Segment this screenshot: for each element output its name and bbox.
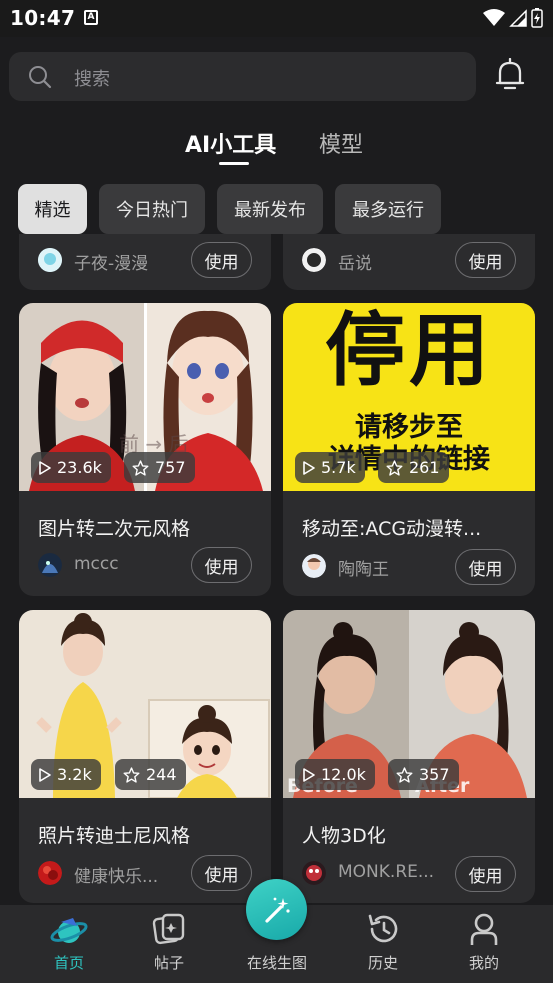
nav-label: 在线生图: [246, 954, 307, 972]
author-avatar: [38, 861, 62, 885]
generate-fab[interactable]: [246, 879, 307, 940]
search-icon: [29, 66, 52, 89]
star-count: 357: [388, 759, 459, 790]
filter-newest[interactable]: 最新发布: [217, 184, 323, 234]
battery-icon: [531, 8, 543, 28]
star-count-value: 357: [419, 765, 450, 784]
tool-feed[interactable]: 子夜-漫漫 使用 岳说 使用 前 → 后 23.6k 757 图片转二次元风格 …: [0, 234, 553, 905]
nav-home[interactable]: 首页: [34, 905, 104, 983]
nav-label: 帖子: [153, 954, 184, 972]
tab-ai-tools[interactable]: AI小工具: [185, 127, 276, 159]
author-name: 健康快乐...: [74, 867, 159, 887]
star-count-value: 757: [155, 458, 186, 477]
search-input[interactable]: 搜索: [9, 52, 476, 101]
play-icon: [39, 767, 51, 782]
tool-card[interactable]: 3.2k 244 照片转迪士尼风格 健康快乐... 使用: [19, 610, 271, 903]
author-name: mccc: [74, 554, 119, 574]
wifi-icon: [483, 9, 505, 26]
tool-card[interactable]: 前 → 后 23.6k 757 图片转二次元风格 mccc 使用: [19, 303, 271, 596]
run-count: 12.0k: [295, 759, 375, 790]
run-count-value: 12.0k: [321, 765, 366, 784]
run-count-value: 5.7k: [321, 458, 356, 477]
run-count: 5.7k: [295, 452, 365, 483]
nav-label: 首页: [53, 954, 84, 972]
tab-models[interactable]: 模型: [319, 127, 363, 159]
card-title: 图片转二次元风格: [38, 518, 191, 540]
play-icon: [303, 767, 315, 782]
nav-me[interactable]: 我的: [449, 905, 519, 983]
filter-featured[interactable]: 精选: [18, 184, 87, 234]
run-count-value: 23.6k: [57, 458, 102, 477]
use-button[interactable]: 使用: [191, 242, 252, 278]
nav-posts[interactable]: 帖子: [134, 905, 204, 983]
star-count: 244: [115, 759, 186, 790]
use-button[interactable]: 使用: [191, 547, 252, 583]
filter-today-hot[interactable]: 今日热门: [99, 184, 205, 234]
user-icon: [470, 913, 498, 945]
card-title: 移动至:ACG动漫转...: [302, 518, 482, 540]
history-icon: [368, 914, 398, 943]
card-title: 人物3D化: [302, 825, 386, 847]
author-avatar: [302, 554, 326, 578]
star-count-value: 244: [146, 765, 177, 784]
star-count: 261: [378, 452, 449, 483]
play-icon: [39, 460, 51, 475]
notification-a-icon: A: [84, 10, 98, 25]
bell-icon[interactable]: [494, 58, 526, 92]
tool-card[interactable]: Before After 12.0k 357 人物3D化 MONK.RE... …: [283, 610, 535, 903]
cell-signal-icon: [509, 9, 527, 27]
author-name: MONK.RE...: [338, 862, 435, 882]
author-name: 子夜-漫漫: [74, 254, 149, 274]
posts-icon: [152, 913, 185, 945]
use-button[interactable]: 使用: [455, 549, 516, 585]
nav-label: 历史: [367, 954, 398, 972]
star-count-value: 261: [409, 458, 440, 477]
star-icon: [396, 766, 413, 783]
tool-card[interactable]: 停用 请移步至 详情中的链接 5.7k 261 移动至:ACG动漫转... 陶陶…: [283, 303, 535, 596]
run-count: 3.2k: [31, 759, 101, 790]
tab-indicator: [219, 162, 249, 165]
search-placeholder: 搜索: [74, 69, 110, 90]
use-button[interactable]: 使用: [191, 855, 252, 891]
banner-big-text: 停用: [325, 304, 493, 397]
use-button[interactable]: 使用: [455, 242, 516, 278]
filter-most-run[interactable]: 最多运行: [335, 184, 441, 234]
nav-history[interactable]: 历史: [348, 905, 418, 983]
status-bar: 10:47 A: [0, 0, 553, 37]
tool-card[interactable]: 岳说 使用: [283, 234, 535, 290]
author-avatar: [38, 248, 62, 272]
star-count: 757: [124, 452, 195, 483]
nav-label: 我的: [468, 954, 499, 972]
star-icon: [123, 766, 140, 783]
magic-wand-icon: [264, 897, 290, 923]
author-name: 陶陶王: [338, 560, 389, 580]
author-avatar: [302, 248, 326, 272]
author-avatar: [302, 861, 326, 885]
star-icon: [386, 459, 403, 476]
home-planet-icon: [50, 918, 88, 943]
card-title: 照片转迪士尼风格: [38, 825, 191, 847]
play-icon: [303, 460, 315, 475]
status-time: 10:47: [10, 6, 76, 30]
tool-card[interactable]: 子夜-漫漫 使用: [19, 234, 271, 290]
author-avatar: [38, 553, 62, 577]
use-button[interactable]: 使用: [455, 856, 516, 892]
author-name: 岳说: [338, 254, 372, 274]
star-icon: [132, 459, 149, 476]
run-count-value: 3.2k: [57, 765, 92, 784]
run-count: 23.6k: [31, 452, 111, 483]
status-icons: [483, 8, 543, 28]
